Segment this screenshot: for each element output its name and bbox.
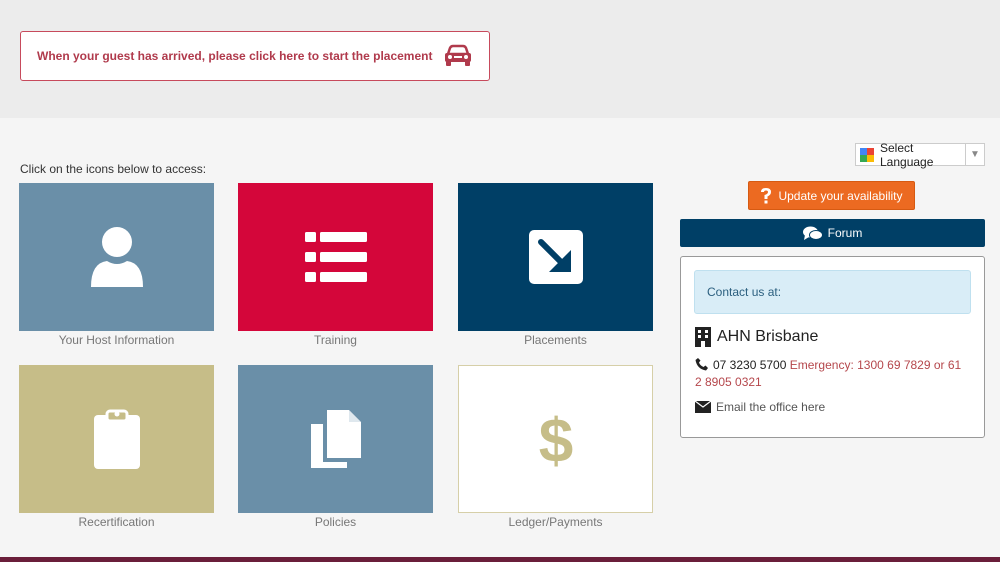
user-icon [90, 227, 143, 287]
arrow-down-right-icon [528, 230, 583, 284]
tile-placements-label: Placements [524, 333, 587, 347]
tile-policies[interactable] [238, 365, 433, 513]
tile-recertification-label: Recertification [78, 515, 155, 529]
start-placement-banner[interactable]: When your guest has arrived, please clic… [20, 31, 490, 81]
start-placement-text: When your guest has arrived, please clic… [37, 49, 433, 63]
email-office-label: Email the office here [716, 400, 826, 414]
email-office-link[interactable]: Email the office here [695, 400, 825, 414]
update-availability-label: Update your availability [778, 188, 903, 203]
tile-training[interactable] [238, 183, 433, 331]
tile-ledger-payments-label: Ledger/Payments [508, 515, 603, 529]
office-row: AHN Brisbane [695, 327, 818, 347]
language-select[interactable]: Select Language ▼ [855, 140, 985, 169]
question-icon [761, 187, 772, 203]
contact-header: Contact us at: [694, 270, 971, 314]
envelope-icon [695, 401, 711, 413]
update-availability-button[interactable]: Update your availability [748, 181, 915, 210]
tile-host-information-label: Your Host Information [58, 333, 175, 347]
tile-policies-label: Policies [314, 515, 357, 529]
tile-recertification[interactable] [19, 365, 214, 513]
building-icon [695, 327, 711, 347]
phone-block: 07 3230 5700 Emergency: 1300 69 7829 or … [695, 357, 970, 391]
list-icon [304, 232, 367, 282]
forum-label: Forum [827, 226, 863, 240]
tile-host-information[interactable] [19, 183, 214, 331]
clipboard-icon [93, 409, 140, 469]
contact-card: Contact us at: AHN Brisbane 07 3230 5700… [680, 256, 985, 438]
google-translate-icon [860, 147, 874, 162]
tile-training-label: Training [314, 333, 357, 347]
tile-placements[interactable] [458, 183, 653, 331]
tile-ledger-payments[interactable]: $ [458, 365, 653, 513]
dollar-icon: $ [538, 407, 572, 471]
chevron-down-icon: ▼ [965, 144, 984, 165]
comments-icon [802, 226, 823, 240]
svg-text:$: $ [538, 407, 572, 471]
forum-button[interactable]: Forum [680, 219, 985, 247]
footer-bar [0, 557, 1000, 562]
phone-number: 07 3230 5700 [713, 358, 787, 372]
instructions-text: Click on the icons below to access: [20, 162, 207, 176]
copy-documents-icon [310, 410, 361, 468]
car-icon [445, 44, 471, 66]
phone-icon [695, 358, 708, 371]
language-select-label: Select Language [880, 140, 934, 169]
office-name: AHN Brisbane [717, 328, 819, 345]
